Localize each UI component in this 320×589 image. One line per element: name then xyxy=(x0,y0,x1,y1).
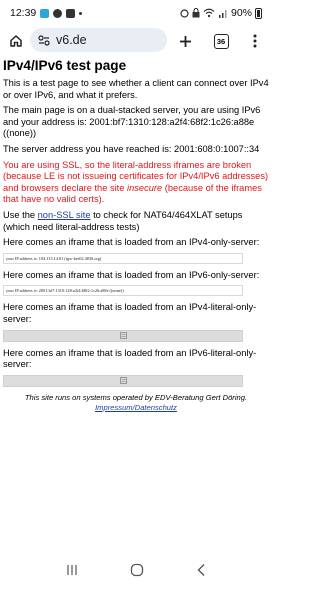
plus-icon xyxy=(179,35,191,47)
lock-icon xyxy=(192,8,200,18)
ssl-warning: You are using SSL, so the literal-addres… xyxy=(3,160,269,206)
signal-icon xyxy=(218,10,227,18)
recent-apps-button[interactable] xyxy=(66,563,78,581)
intro-text: This is a test page to see whether a cli… xyxy=(3,77,269,100)
status-bar-left: 12:39 xyxy=(10,7,83,19)
address-bar[interactable]: v6.de xyxy=(30,28,167,52)
site-settings-icon[interactable] xyxy=(38,34,50,46)
main-page-info: The main page is on a dual-stacked serve… xyxy=(3,105,261,139)
camera-icon xyxy=(66,8,76,18)
status-bar-right: 90% xyxy=(180,7,262,19)
iframe-ipv6-content: your IP address is: 2001:bf7:1310:128:a2… xyxy=(6,288,124,294)
more-notifications-dot xyxy=(79,11,83,15)
back-chevron-icon xyxy=(197,563,205,576)
iframe-label-ipv6-literal: Here comes an iframe that is loaded from… xyxy=(3,347,257,370)
iframe-label-ipv4: Here comes an iframe that is loaded from… xyxy=(3,237,260,248)
back-nav-button[interactable] xyxy=(196,563,206,582)
app-notification-icon xyxy=(40,8,50,18)
footer-operator-text: This site runs on systems operated by ED… xyxy=(24,392,248,402)
iframe-ipv4: your IP address is: 194.113.14.81 (tgw-b… xyxy=(3,252,243,264)
battery-icon xyxy=(255,7,262,19)
status-time: 12:39 xyxy=(10,7,37,19)
impressum-link[interactable]: Impressum/Datenschutz xyxy=(95,403,177,412)
url-text: v6.de xyxy=(56,33,87,47)
new-tab-button[interactable] xyxy=(172,28,198,54)
home-button[interactable] xyxy=(3,28,29,54)
wifi-icon xyxy=(203,8,215,18)
page-footer: This site runs on systems operated by ED… xyxy=(3,393,269,413)
messenger-icon xyxy=(53,8,63,18)
system-nav-bar xyxy=(0,555,272,589)
non-ssl-site-link[interactable]: non-SSL site xyxy=(38,210,91,220)
iframe-ipv6: your IP address is: 2001:bf7:1310:128:a2… xyxy=(3,285,243,297)
status-bar: 12:39 90% xyxy=(0,0,272,26)
ssl-warning-insecure: insecure xyxy=(127,182,163,193)
recents-icon xyxy=(67,565,77,575)
iframe-label-ipv6: Here comes an iframe that is loaded from… xyxy=(3,269,260,280)
page-content: IPv4/IPv6 test page This is a test page … xyxy=(3,56,269,413)
iframe-ipv4-literal xyxy=(3,329,243,342)
broken-frame-icon xyxy=(119,332,127,340)
nat-text-before: Use the xyxy=(3,210,38,221)
nat-info: Use the non-SSL site to check for NAT64/… xyxy=(3,210,269,233)
tab-count: 36 xyxy=(213,33,229,49)
broken-frame-icon xyxy=(119,377,127,385)
overflow-menu-button[interactable] xyxy=(242,28,268,54)
more-vert-icon xyxy=(253,34,257,48)
home-circle-icon xyxy=(130,563,144,576)
iframe-label-ipv4-literal: Here comes an iframe that is loaded from… xyxy=(3,302,257,325)
alarm-icon xyxy=(180,9,189,18)
battery-percent: 90% xyxy=(230,7,252,19)
iframe-ipv6-literal xyxy=(3,374,243,387)
page-title: IPv4/IPv6 test page xyxy=(3,58,127,73)
browser-toolbar: v6.de 36 xyxy=(0,26,272,56)
home-nav-button[interactable] xyxy=(130,563,144,582)
iframe-ipv4-content: your IP address is: 194.113.14.81 (tgw-b… xyxy=(6,255,102,261)
tab-switcher-button[interactable]: 36 xyxy=(208,28,234,54)
server-address-info: The server address you have reached is: … xyxy=(3,144,260,154)
home-icon xyxy=(10,35,22,47)
